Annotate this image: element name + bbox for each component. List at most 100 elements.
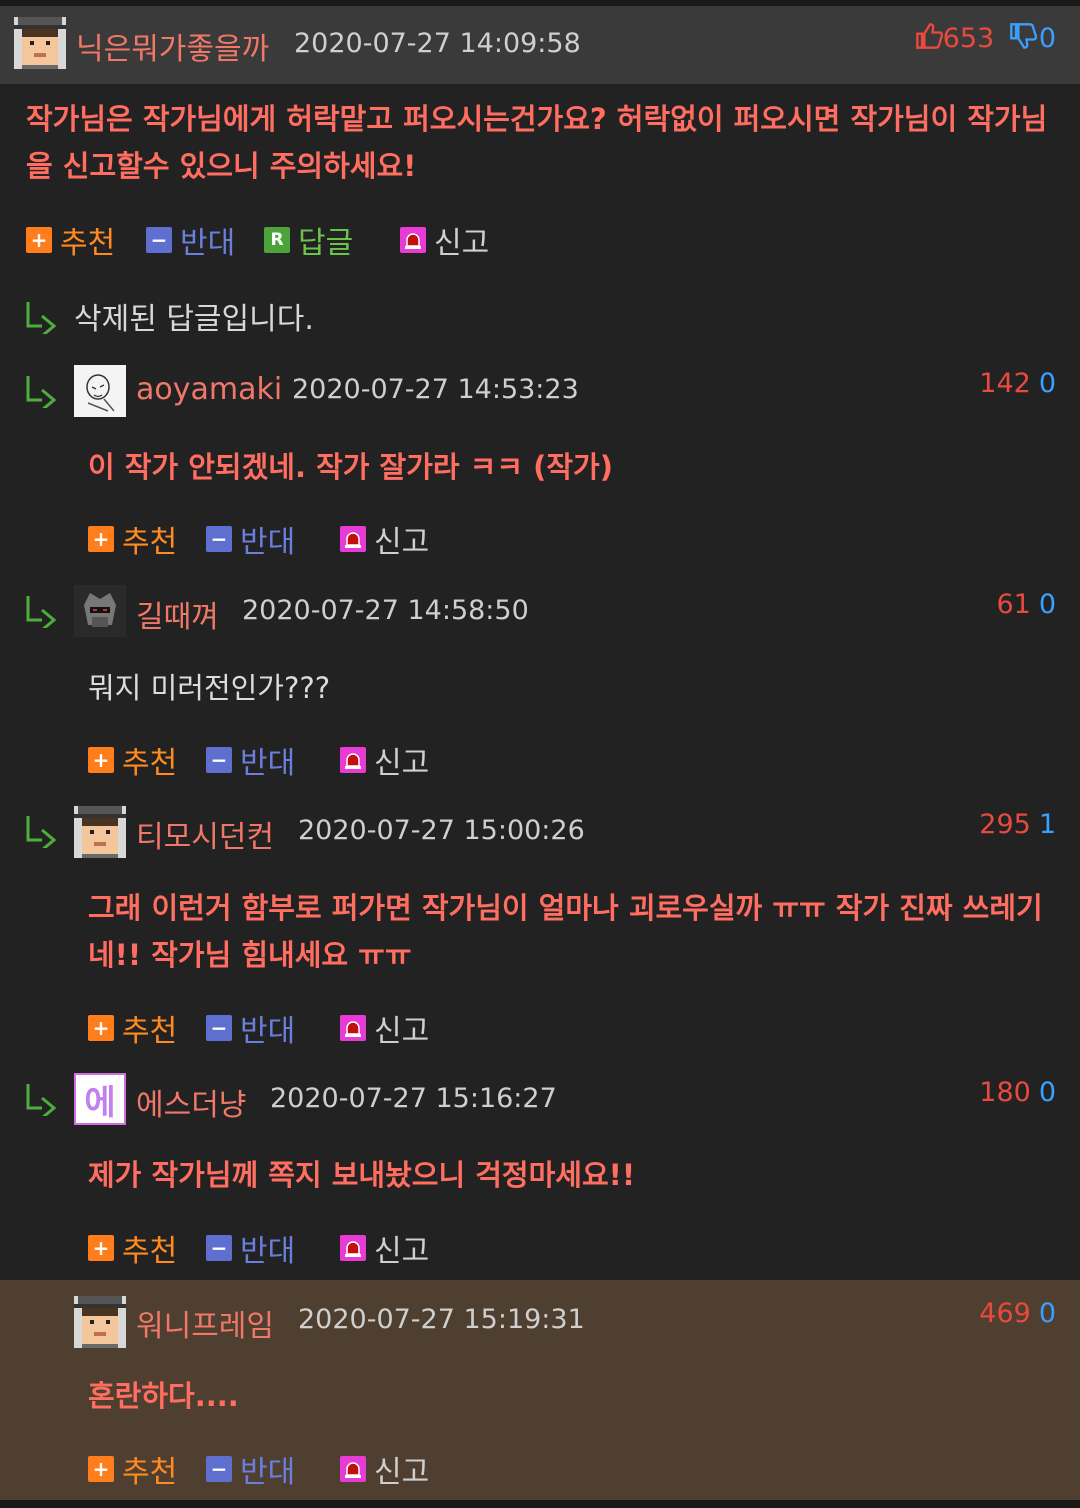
down-count: 0: [1038, 1298, 1056, 1329]
oppose-button[interactable]: − 반대: [206, 1447, 295, 1491]
text-avatar[interactable]: 에: [74, 1073, 126, 1125]
oppose-button[interactable]: − 반대: [206, 1226, 295, 1270]
reply-arrow-icon: [26, 376, 57, 408]
recommend-button[interactable]: + 추천: [88, 1006, 177, 1050]
recommend-button[interactable]: + 추천: [88, 1447, 177, 1491]
sketch-avatar[interactable]: [74, 365, 126, 417]
nickname[interactable]: 워니프레임: [136, 1301, 274, 1345]
reply-arrow-icon: [26, 596, 57, 628]
report-button[interactable]: 신고: [340, 738, 429, 782]
down-count: 0: [1038, 23, 1056, 54]
oppose-label: 반대: [240, 1234, 296, 1269]
vote-counts: 142 0: [979, 368, 1056, 399]
report-button[interactable]: 신고: [340, 1006, 429, 1050]
comment-text: 혼란하다....: [88, 1379, 239, 1413]
comment-text: 뭐지 미러전인가???: [88, 671, 331, 705]
bottom-strip: [0, 1500, 1080, 1508]
report-button[interactable]: 신고: [340, 517, 429, 561]
pixel-avatar[interactable]: [74, 806, 126, 858]
report-label: 신고: [374, 1455, 430, 1490]
nickname[interactable]: 에스더냥: [136, 1080, 246, 1124]
oppose-label: 반대: [240, 1455, 296, 1490]
pixel-avatar[interactable]: [74, 1296, 126, 1348]
nickname[interactable]: aoyamaki: [136, 372, 282, 407]
minus-icon: −: [206, 1015, 232, 1041]
report-button[interactable]: 신고: [400, 218, 489, 262]
oppose-label: 반대: [180, 226, 236, 261]
reply-label: 답글: [298, 226, 354, 261]
minus-icon: −: [206, 526, 232, 552]
thumbs-up-icon[interactable]: [915, 22, 943, 57]
recommend-label: 추천: [60, 226, 116, 261]
pixel-avatar[interactable]: [14, 17, 66, 69]
deleted-reply-text: 삭제된 답글입니다.: [74, 302, 314, 337]
plus-icon: +: [88, 1456, 114, 1482]
comment-date: 2020-07-27 14:53:23: [292, 374, 579, 405]
vote-counts: 61 0: [996, 589, 1056, 620]
up-count: 469: [979, 1298, 1031, 1329]
down-count: 0: [1038, 1077, 1056, 1108]
up-count: 653: [942, 23, 995, 54]
comment-date: 2020-07-27 15:00:26: [298, 815, 585, 846]
reply-arrow-icon: [26, 302, 57, 334]
oppose-label: 반대: [240, 746, 296, 781]
recommend-button[interactable]: + 추천: [26, 218, 115, 262]
oppose-button[interactable]: − 반대: [146, 218, 235, 262]
comment-text: 제가 작가님께 쪽지 보내놨으니 걱정마세요!!: [88, 1158, 636, 1192]
oppose-button[interactable]: − 반대: [206, 738, 295, 782]
comment-date: 2020-07-27 14:58:50: [242, 595, 529, 626]
report-button[interactable]: 신고: [340, 1447, 429, 1491]
vote-counts: 295 1: [979, 809, 1056, 840]
report-label: 신고: [434, 226, 490, 261]
plus-icon: +: [88, 1015, 114, 1041]
recommend-button[interactable]: + 추천: [88, 1226, 177, 1270]
siren-icon: [340, 1235, 366, 1261]
recommend-button[interactable]: + 추천: [88, 517, 177, 561]
up-count: 142: [979, 368, 1031, 399]
comment-date: 2020-07-27 14:09:58: [294, 28, 581, 59]
thumbs-down-icon[interactable]: [1009, 22, 1037, 57]
reply-arrow-icon: [26, 1084, 57, 1116]
siren-icon: [340, 1015, 366, 1041]
report-label: 신고: [374, 746, 430, 781]
minus-icon: −: [206, 1235, 232, 1261]
up-count: 295: [979, 809, 1031, 840]
oppose-button[interactable]: − 반대: [206, 1006, 295, 1050]
oppose-label: 반대: [240, 1014, 296, 1049]
recommend-button[interactable]: + 추천: [88, 738, 177, 782]
report-label: 신고: [374, 1234, 430, 1269]
siren-icon: [340, 1456, 366, 1482]
avatar-letter: 에: [84, 1082, 116, 1123]
report-label: 신고: [374, 1014, 430, 1049]
oppose-button[interactable]: − 반대: [206, 517, 295, 561]
vote-counts: 653 0: [915, 22, 1056, 57]
plus-icon: +: [88, 526, 114, 552]
nickname[interactable]: 길때껴: [136, 592, 219, 636]
down-count: 1: [1038, 809, 1056, 840]
nickname[interactable]: 닉은뭐가좋을까: [76, 24, 269, 68]
reply-button[interactable]: R 답글: [264, 218, 353, 262]
plus-icon: +: [26, 227, 52, 253]
siren-icon: [340, 526, 366, 552]
minus-icon: −: [146, 227, 172, 253]
comment-date: 2020-07-27 15:16:27: [270, 1083, 557, 1114]
dark-helmet-avatar[interactable]: [74, 585, 126, 637]
comment-text: 작가님은 작가님에게 허락맡고 퍼오시는건가요? 허락없이 퍼오시면 작가님이 …: [26, 102, 1048, 183]
reply-icon: R: [264, 227, 290, 253]
report-label: 신고: [374, 525, 430, 560]
plus-icon: +: [88, 747, 114, 773]
up-count: 180: [979, 1077, 1031, 1108]
comment-date: 2020-07-27 15:19:31: [298, 1304, 585, 1335]
nickname[interactable]: 티모시던컨: [136, 812, 274, 856]
vote-counts: 180 0: [979, 1077, 1056, 1108]
comment-text: 이 작가 안되겠네. 작가 잘가라 ㅋㅋ (작가): [88, 450, 613, 484]
plus-icon: +: [88, 1235, 114, 1261]
siren-icon: [400, 227, 426, 253]
report-button[interactable]: 신고: [340, 1226, 429, 1270]
comment-text: 그래 이런거 함부로 퍼가면 작가님이 얼마나 괴로우실까 ㅠㅠ 작가 진짜 쓰…: [88, 891, 1043, 972]
down-count: 0: [1038, 368, 1056, 399]
down-count: 0: [1038, 589, 1056, 620]
recommend-label: 추천: [122, 1234, 178, 1269]
recommend-label: 추천: [122, 1455, 178, 1490]
siren-icon: [340, 747, 366, 773]
